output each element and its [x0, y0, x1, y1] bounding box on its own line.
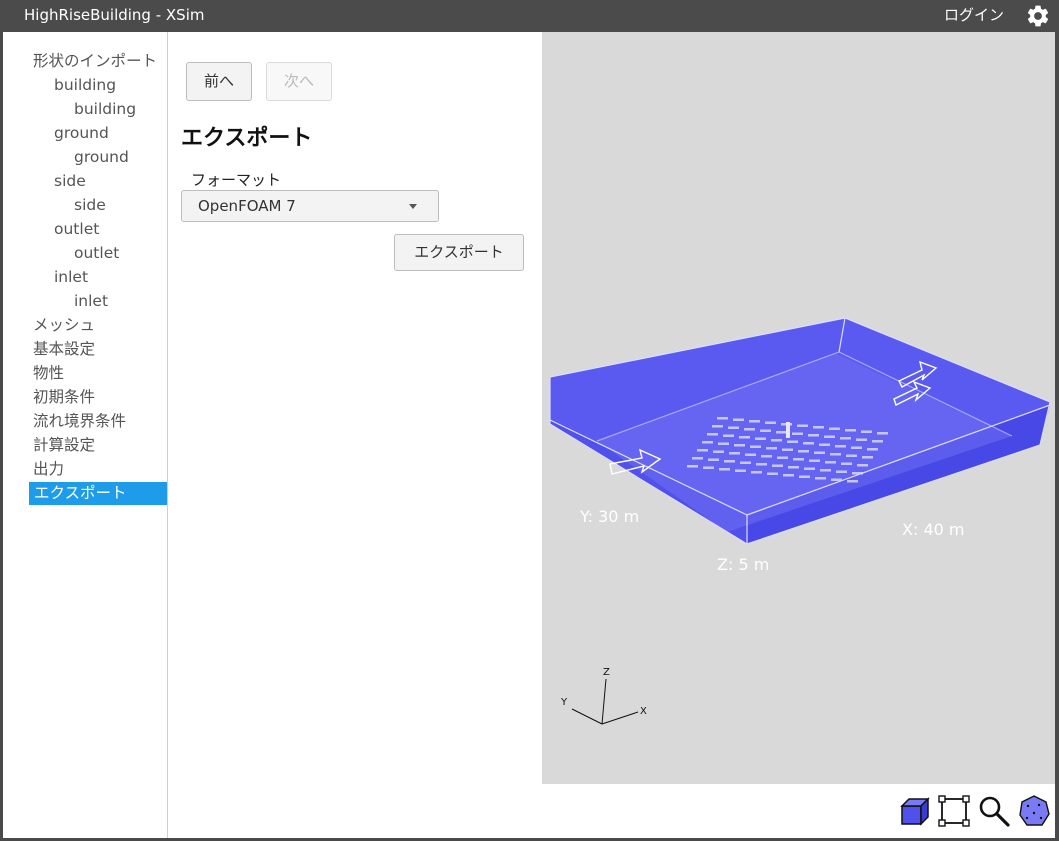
page-title: エクスポート [181, 126, 313, 151]
3d-viewport[interactable]: Y: 30 m X: 40 m Z: 5 m Z Y X [542, 32, 1055, 784]
export-button[interactable]: エクスポート [394, 234, 524, 271]
sidebar-item-1[interactable]: building [54, 74, 116, 97]
window-title: HighRiseBuilding - XSim [24, 6, 205, 24]
app-frame: 形状のインポート building building ground ground side… [3, 32, 1055, 838]
login-link[interactable]: ログイン [944, 4, 1004, 25]
sidebar-item-11[interactable]: メッシュ [33, 314, 95, 337]
sidebar-item-0[interactable]: 形状のインポート [33, 50, 157, 73]
sidebar-item-7[interactable]: outlet [54, 218, 99, 241]
sidebar-item-3[interactable]: ground [54, 122, 109, 145]
sidebar-item-2[interactable]: building [74, 98, 136, 121]
axis-z-label: Z [603, 667, 610, 678]
sidebar-item-8[interactable]: outlet [74, 242, 119, 265]
sidebar-item-13[interactable]: 物性 [33, 362, 64, 385]
next-button[interactable]: 次へ [266, 62, 332, 101]
scene-canvas[interactable]: Y: 30 m X: 40 m Z: 5 m Z Y X [542, 32, 1055, 784]
mesh-view-icon[interactable] [1017, 794, 1051, 828]
gear-icon[interactable] [1025, 3, 1051, 29]
sidebar-item-18[interactable]: エクスポート [29, 482, 167, 505]
view-toolbar [542, 784, 1055, 838]
format-select-value: OpenFOAM 7 [198, 197, 296, 215]
sidebar-item-14[interactable]: 初期条件 [33, 386, 95, 409]
chevron-down-icon [409, 204, 417, 209]
axis-triad [571, 678, 639, 725]
sidebar: 形状のインポート building building ground ground side… [3, 32, 168, 838]
format-label: フォーマット [191, 171, 282, 189]
dimension-x-label: X: 40 m [902, 520, 964, 539]
axis-y-label: Y [560, 697, 568, 708]
solid-view-icon[interactable] [897, 794, 931, 828]
zoom-icon[interactable] [977, 794, 1011, 828]
dimension-z-label: Z: 5 m [717, 555, 769, 574]
dimension-y-label: Y: 30 m [579, 507, 639, 526]
sidebar-item-9[interactable]: inlet [54, 266, 88, 289]
axis-x-label: X [640, 706, 647, 717]
sidebar-item-6[interactable]: side [74, 194, 106, 217]
settings-panel: 前へ 次へ エクスポート フォーマット OpenFOAM 7 エクスポート [168, 32, 542, 838]
sidebar-item-4[interactable]: ground [74, 146, 129, 169]
sidebar-item-5[interactable]: side [54, 170, 86, 193]
title-bar: HighRiseBuilding - XSim ログイン [0, 0, 1059, 32]
sidebar-item-15[interactable]: 流れ境界条件 [33, 410, 126, 433]
sidebar-item-17[interactable]: 出力 [33, 458, 64, 481]
fit-view-icon[interactable] [937, 794, 971, 828]
prev-button[interactable]: 前へ [186, 62, 252, 101]
sidebar-item-10[interactable]: inlet [74, 290, 108, 313]
sidebar-item-12[interactable]: 基本設定 [33, 338, 95, 361]
sidebar-item-16[interactable]: 計算設定 [33, 434, 95, 457]
format-select[interactable]: OpenFOAM 7 [181, 190, 439, 222]
